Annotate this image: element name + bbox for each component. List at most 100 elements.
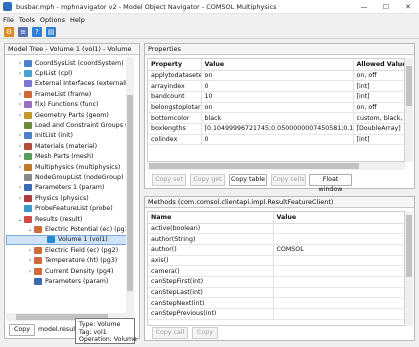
tree-item[interactable]: › CoordSysList (coordSystem) <box>6 58 134 68</box>
expand-icon[interactable]: › <box>16 112 24 119</box>
properties-col-value[interactable]: Value <box>201 59 354 71</box>
tree-item[interactable]: ⌄ Results (result) <box>6 214 134 224</box>
methods-col-value[interactable]: Value <box>273 212 404 224</box>
tree-item[interactable]: › f(x) Functions (func) <box>6 100 134 110</box>
copy-method-button[interactable]: Copy <box>192 327 218 339</box>
model-tree[interactable]: › CoordSysList (coordSystem) › CpIList (cpl… <box>6 58 134 321</box>
tree-item[interactable]: › FrameList (frame) <box>6 89 134 99</box>
table-cell[interactable]: 10 <box>201 91 354 103</box>
expand-icon[interactable]: › <box>26 257 34 264</box>
table-row[interactable]: arrayindex 0 [int] <box>148 80 404 92</box>
tree-item[interactable]: ProbeFeatureList (probe) <box>6 203 134 213</box>
table-cell[interactable]: arrayindex <box>148 80 202 92</box>
tree-item[interactable]: › Electric Field (ec) (pg2) <box>6 245 134 255</box>
expand-icon[interactable]: › <box>16 164 24 171</box>
copy-call-button[interactable]: Copy call <box>152 327 188 339</box>
tree-item[interactable]: › Parameters 1 (param) <box>6 183 134 193</box>
table-cell[interactable]: belongstoplotarray <box>148 102 202 114</box>
properties-col-property[interactable]: Property <box>148 59 202 71</box>
table-cell[interactable]: camera() <box>148 265 274 277</box>
expand-icon[interactable]: › <box>16 195 24 202</box>
table-cell[interactable]: bottomcolor <box>148 112 202 124</box>
table-cell[interactable]: axis() <box>148 255 274 267</box>
methods-vertical-scrollbar[interactable] <box>405 211 413 326</box>
table-cell[interactable]: custom, black, b <box>353 112 404 124</box>
table-cell[interactable] <box>273 233 404 245</box>
copy-cells-button[interactable]: Copy cells <box>271 174 306 186</box>
expand-icon[interactable]: › <box>16 91 24 98</box>
expand-icon[interactable]: › <box>16 70 24 77</box>
tree-item[interactable]: › Materials (material) <box>6 141 134 151</box>
menu-help[interactable]: Help <box>70 16 85 24</box>
menu-file[interactable]: File <box>3 16 14 24</box>
tree-item[interactable]: › Temperature (ht) (pg3) <box>6 255 134 265</box>
float-window-button[interactable]: Float window <box>309 174 352 193</box>
settings-icon[interactable]: ⚙ <box>4 26 14 37</box>
table-cell[interactable] <box>273 276 404 288</box>
table-row[interactable]: active(boolean) <box>148 223 404 235</box>
table-cell[interactable] <box>273 308 404 320</box>
tree-item[interactable]: › InitList (init) <box>6 131 134 141</box>
table-cell[interactable]: on, off <box>353 102 404 114</box>
tree-item[interactable]: Parameters (param) <box>6 276 134 286</box>
tree-item[interactable]: External Interfaces (externalInt <box>6 79 134 89</box>
table-cell[interactable]: boxlengths <box>148 123 202 135</box>
table-cell[interactable] <box>273 265 404 277</box>
table-cell[interactable]: canStepFirst(int) <box>148 276 274 288</box>
table-cell[interactable]: author(String) <box>148 233 274 245</box>
expand-icon[interactable]: › <box>16 184 24 191</box>
export-icon[interactable]: ≡ <box>18 26 28 37</box>
table-row[interactable]: author() COMSOL <box>148 244 404 256</box>
table-row[interactable]: axis() <box>148 255 404 267</box>
table-cell[interactable]: author() <box>148 244 274 256</box>
methods-scroll-thumb[interactable] <box>406 215 412 277</box>
table-cell[interactable]: 0 <box>201 134 354 146</box>
table-cell[interactable] <box>273 255 404 267</box>
table-row[interactable]: belongstoplotarrayonon, off <box>148 102 404 114</box>
table-cell[interactable]: COMSOL <box>273 244 404 256</box>
expand-icon[interactable]: › <box>26 268 34 275</box>
info-icon[interactable]: ▤ <box>46 26 56 37</box>
table-cell[interactable]: black <box>201 112 354 124</box>
tree-item[interactable]: › Mesh Parts (mesh) <box>6 152 134 162</box>
menu-tools[interactable]: Tools <box>19 16 35 24</box>
menu-options[interactable]: Options <box>40 16 65 24</box>
table-cell[interactable] <box>273 287 404 299</box>
table-row[interactable]: canStepNext(int) <box>148 297 404 309</box>
tree-item[interactable]: Load and Constraint Groups (g <box>6 120 134 130</box>
tree-item[interactable]: › Physics (physics) <box>6 193 134 203</box>
expand-icon[interactable]: › <box>26 247 34 254</box>
tree-item[interactable]: Volume 1 (vol1) <box>6 234 134 246</box>
expand-icon[interactable]: › <box>16 132 24 139</box>
tree-item[interactable]: › CpIList (cpl) <box>6 68 134 78</box>
table-row[interactable]: boxlengths [0.10499996721745;0.0500000007… <box>148 123 404 135</box>
table-cell[interactable]: [0.10499996721745;0.0500000007450581;0.1… <box>201 123 354 135</box>
table-cell[interactable]: applytodatasetedg <box>148 70 202 82</box>
expand-icon[interactable]: › <box>16 153 24 160</box>
table-cell[interactable]: canStepPrevious(int) <box>148 308 274 320</box>
properties-col-allowed[interactable]: Allowed Value <box>353 59 404 71</box>
methods-col-name[interactable]: Name <box>148 212 274 224</box>
table-cell[interactable]: active(boolean) <box>148 223 274 235</box>
properties-hscroll-thumb[interactable] <box>149 163 359 169</box>
close-button[interactable]: ✕ <box>397 0 419 14</box>
table-cell[interactable]: [int] <box>353 134 404 146</box>
table-cell[interactable]: canStepLast(int) <box>148 287 274 299</box>
tree-item[interactable]: › Current Density (pg4) <box>6 266 134 276</box>
copy-path-button[interactable]: Copy <box>9 324 35 336</box>
properties-horizontal-scrollbar[interactable] <box>147 162 405 170</box>
copy-table-button[interactable]: Copy table <box>229 174 267 186</box>
table-row[interactable]: bandcount 10 [int] <box>148 91 404 103</box>
table-cell[interactable]: colindex <box>148 134 202 146</box>
collapse-icon[interactable]: ⌄ <box>26 226 34 233</box>
properties-scroll-thumb[interactable] <box>406 66 412 106</box>
copy-get-button[interactable]: Copy get <box>190 174 225 186</box>
table-cell[interactable] <box>273 223 404 235</box>
expand-icon[interactable]: › <box>16 143 24 150</box>
table-cell[interactable]: canStepNext(int) <box>148 297 274 309</box>
tree-item[interactable]: › Multiphysics (multiphysics) <box>6 162 134 172</box>
maximize-button[interactable]: ☐ <box>375 0 397 14</box>
table-cell[interactable] <box>273 297 404 309</box>
table-row[interactable]: author(String) <box>148 233 404 245</box>
expand-icon[interactable]: › <box>16 60 24 67</box>
